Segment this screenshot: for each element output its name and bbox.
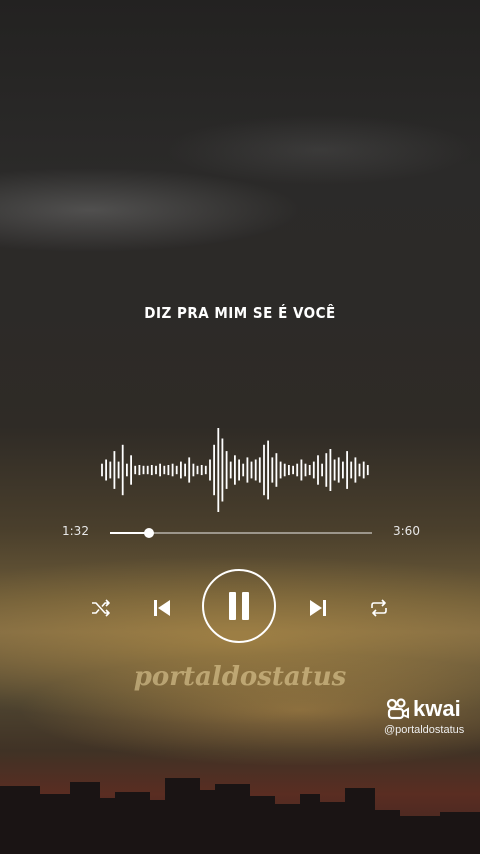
- waveform-bar: [167, 465, 170, 476]
- kwai-icon: [386, 698, 409, 720]
- pause-button[interactable]: [202, 569, 276, 643]
- shuffle-button[interactable]: [88, 596, 114, 620]
- previous-icon: [154, 600, 170, 616]
- waveform-bar: [229, 461, 232, 479]
- city-skyline: [0, 778, 480, 854]
- waveform-bar: [329, 449, 332, 491]
- waveform-bar: [117, 461, 120, 479]
- next-icon: [310, 600, 326, 616]
- waveform-bar: [200, 465, 203, 476]
- waveform-bar: [146, 465, 149, 475]
- waveform-bar: [155, 465, 157, 475]
- waveform-bar: [134, 465, 137, 475]
- waveform-bar: [312, 461, 315, 479]
- waveform-bar: [175, 465, 178, 475]
- waveform-bar: [130, 455, 132, 485]
- waveform-bar: [238, 459, 240, 481]
- waveform-bar: [242, 463, 245, 477]
- repeat-button[interactable]: [366, 596, 392, 620]
- waveform-bar: [304, 463, 307, 477]
- waveform-bar: [354, 457, 357, 483]
- waveform-bar: [321, 463, 323, 477]
- waveform-bar: [159, 463, 161, 477]
- waveform-bar: [213, 444, 215, 496]
- watermark-text: portaldostatus: [133, 662, 347, 692]
- waveform-bar: [337, 457, 340, 483]
- waveform-bar: [292, 465, 294, 475]
- creator-handle: @portaldostatus: [384, 724, 465, 736]
- waveform-bar: [109, 461, 112, 479]
- waveform-bar: [358, 463, 361, 477]
- waveform-bar: [258, 457, 261, 483]
- waveform-bar: [283, 463, 286, 477]
- waveform-bar: [138, 465, 141, 476]
- waveform-bar: [362, 461, 365, 479]
- pause-icon: [229, 592, 249, 620]
- waveform-bar: [350, 461, 353, 479]
- waveform-bar: [204, 465, 207, 475]
- shuffle-icon: [92, 599, 110, 617]
- waveform-bar: [163, 465, 166, 475]
- waveform-bar: [209, 459, 211, 481]
- repeat-icon: [371, 599, 387, 617]
- elapsed-time: 1:32: [62, 524, 89, 538]
- waveform-bar: [121, 444, 124, 496]
- waveform-bar: [246, 457, 249, 483]
- waveform-bar: [126, 463, 128, 477]
- waveform-bar: [150, 465, 153, 476]
- total-time: 3:60: [393, 524, 420, 538]
- waveform-bar: [300, 459, 303, 481]
- waveform-bar: [105, 459, 107, 481]
- audio-waveform: [101, 428, 369, 512]
- next-button[interactable]: [304, 594, 332, 622]
- waveform-bar: [250, 461, 253, 479]
- waveform-bar: [192, 463, 195, 477]
- kwai-logo: kwai: [386, 696, 461, 722]
- waveform-bar: [275, 453, 278, 487]
- waveform-bar: [296, 463, 299, 477]
- waveform-bar: [271, 457, 274, 483]
- waveform-bar: [366, 465, 369, 476]
- waveform-bar: [288, 465, 290, 476]
- waveform-bar: [308, 465, 311, 476]
- waveform-bar: [234, 455, 236, 485]
- waveform-bar: [184, 463, 186, 477]
- waveform-bar: [254, 459, 257, 481]
- progress-slider[interactable]: [110, 528, 372, 538]
- waveform-bar: [101, 463, 103, 477]
- waveform-bar: [196, 465, 199, 475]
- waveform-bar: [325, 453, 328, 487]
- waveform-bar: [317, 455, 319, 485]
- waveform-bar: [113, 451, 116, 489]
- waveform-bar: [263, 444, 265, 496]
- waveform-bar: [180, 461, 182, 479]
- waveform-bar: [142, 465, 145, 475]
- waveform-bar: [188, 457, 191, 483]
- waveform-bar: [279, 461, 282, 479]
- waveform-bar: [171, 463, 174, 477]
- waveform-bar: [267, 440, 269, 500]
- previous-button[interactable]: [148, 594, 176, 622]
- lyric-line: DIZ PRA MIM SE É VOCÊ: [144, 304, 336, 322]
- waveform-bar: [225, 451, 228, 489]
- waveform-bar: [342, 461, 344, 479]
- waveform-bar: [221, 438, 224, 502]
- waveform-bar: [217, 428, 220, 512]
- waveform-bar: [346, 451, 348, 489]
- kwai-wordmark: kwai: [413, 696, 461, 721]
- waveform-bar: [333, 459, 336, 481]
